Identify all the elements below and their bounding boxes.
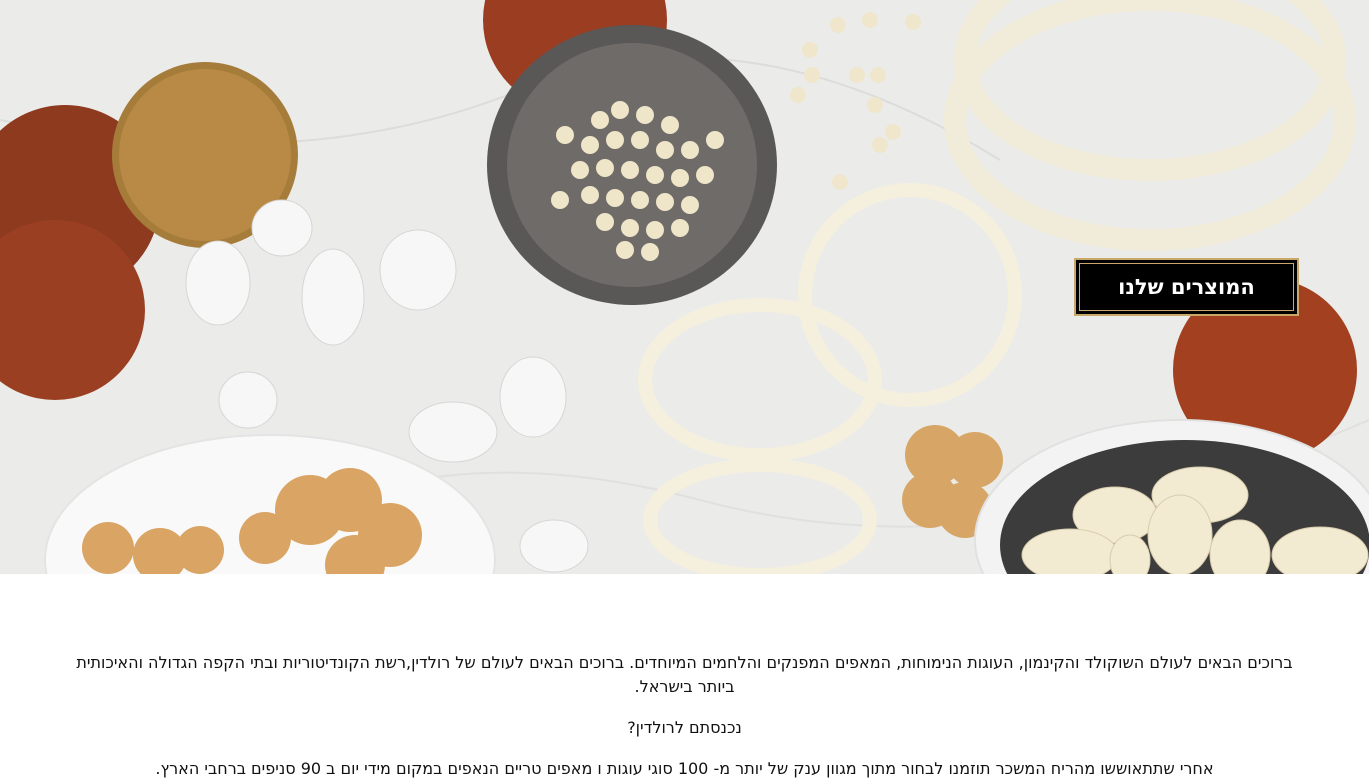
- about-section: ברוכים הבאים לעולם השוקולד והקינמון, העו…: [0, 651, 1369, 781]
- hero-banner: המוצרים שלנו: [0, 0, 1369, 574]
- our-products-button[interactable]: המוצרים שלנו: [1074, 258, 1299, 316]
- question-paragraph: נכנסתם לרולדין?: [627, 718, 742, 737]
- body-paragraph: אחרי שתתאוששו מהריח המשכר תוזמנו לבחור מ…: [155, 759, 1214, 778]
- intro-paragraph: ברוכים הבאים לעולם השוקולד והקינמון, העו…: [76, 653, 1293, 696]
